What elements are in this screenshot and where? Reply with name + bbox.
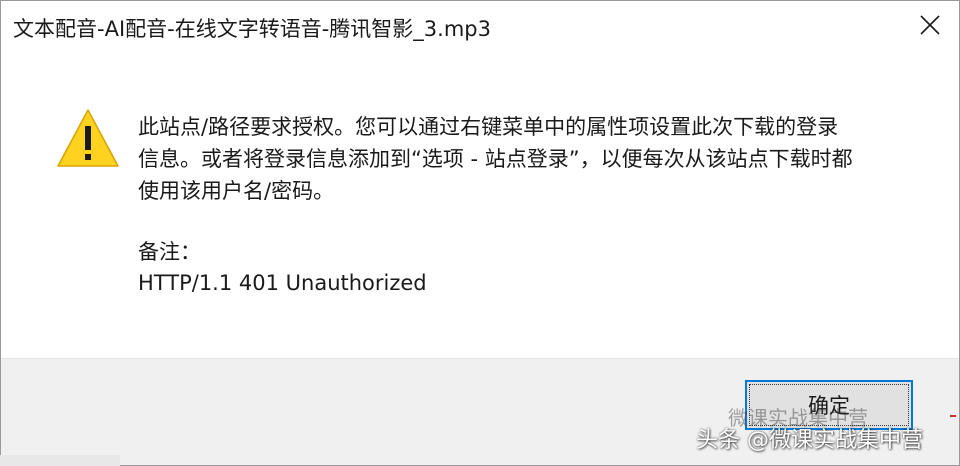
- message-line: 此站点/路径要求授权。您可以通过右键菜单中的属性项设置此次下载的登录: [138, 115, 839, 139]
- window-title: 文本配音-AI配音-在线文字转语音-腾讯智影_3.mp3: [13, 17, 491, 41]
- dialog-content: 此站点/路径要求授权。您可以通过右键菜单中的属性项设置此次下载的登录 信息。或者…: [1, 53, 959, 358]
- background-mark: [950, 415, 956, 417]
- note-value: HTTP/1.1 401 Unauthorized: [138, 271, 427, 295]
- warning-triangle-icon: [56, 108, 120, 168]
- close-button[interactable]: [901, 1, 959, 53]
- dialog-window: 文本配音-AI配音-在线文字转语音-腾讯智影_3.mp3 此站点/路径要求授权。…: [0, 0, 960, 466]
- background-strip: [0, 455, 120, 466]
- message-line: 信息。或者将登录信息添加到“选项 - 站点登录”，以便每次从该站点下载时都: [138, 147, 853, 171]
- watermark: 头条 @微课实战集中营: [696, 428, 923, 453]
- title-bar: 文本配音-AI配音-在线文字转语音-腾讯智影_3.mp3: [1, 1, 959, 53]
- close-icon: [919, 14, 941, 40]
- message-text: 此站点/路径要求授权。您可以通过右键菜单中的属性项设置此次下载的登录 信息。或者…: [138, 111, 908, 207]
- note-label: 备注：: [138, 240, 201, 264]
- message-line: 使用该用户名/密码。: [138, 179, 335, 203]
